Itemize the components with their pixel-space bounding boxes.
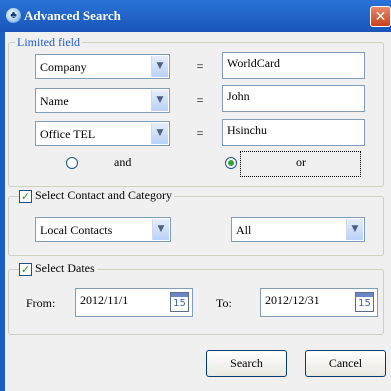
chevron-down-icon: ▼ <box>151 123 168 144</box>
value-field-2[interactable]: John <box>222 85 365 112</box>
to-date-field[interactable]: 2012/12/31 15 <box>260 288 378 317</box>
field-select-2-value: Name <box>40 94 69 108</box>
value-field-1-text: WorldCard <box>227 56 281 70</box>
or-radio[interactable] <box>225 157 237 169</box>
value-field-2-text: John <box>227 89 250 103</box>
chevron-down-icon: ▼ <box>152 219 169 240</box>
search-button[interactable]: Search <box>206 350 287 377</box>
calendar-icon[interactable]: 15 <box>170 292 189 312</box>
window-title: Advanced Search <box>24 8 121 23</box>
field-select-1-value: Company <box>40 60 87 74</box>
field-select-2[interactable]: Name ▼ <box>35 88 170 113</box>
title-bar[interactable]: ♣ Advanced Search ✕ <box>0 0 391 32</box>
to-label: To: <box>216 296 232 310</box>
select-dates-checkbox[interactable]: ✓ <box>19 263 32 276</box>
advanced-search-dialog: ♣ Advanced Search ✕ Limited field Compan… <box>0 0 391 391</box>
field-select-3-value: Office TEL <box>40 127 96 141</box>
field-select-1[interactable]: Company ▼ <box>35 54 170 79</box>
contact-select-value: Local Contacts <box>40 223 113 237</box>
operator-1: = <box>196 59 204 73</box>
operator-3: = <box>196 126 204 140</box>
value-field-3[interactable]: Hsinchu <box>222 119 365 146</box>
value-field-1[interactable]: WorldCard <box>222 52 365 79</box>
contact-category-label: Select Contact and Category <box>19 188 174 203</box>
and-label: and <box>114 155 132 169</box>
close-button[interactable]: ✕ <box>370 6 391 27</box>
or-label: or <box>296 155 306 169</box>
chevron-down-icon: ▼ <box>151 90 168 111</box>
operator-2: = <box>196 93 204 107</box>
chevron-down-icon: ▼ <box>151 56 168 77</box>
and-radio[interactable] <box>66 157 78 169</box>
select-dates-group: Select Dates ✓ From: 2012/11/1 15 To: 20… <box>8 261 384 335</box>
app-icon: ♣ <box>6 8 21 23</box>
limited-field-group: Limited field Company ▼ = WorldCard Name… <box>8 35 384 187</box>
from-date-field[interactable]: 2012/11/1 15 <box>75 288 193 317</box>
value-field-3-text: Hsinchu <box>227 123 267 137</box>
cancel-button[interactable]: Cancel <box>305 350 386 377</box>
field-select-3[interactable]: Office TEL ▼ <box>35 121 170 146</box>
limited-field-legend: Limited field <box>15 35 82 50</box>
from-label: From: <box>26 296 56 310</box>
dialog-body: Limited field Company ▼ = WorldCard Name… <box>5 32 391 391</box>
contact-select[interactable]: Local Contacts ▼ <box>35 217 171 242</box>
calendar-icon[interactable]: 15 <box>355 292 374 312</box>
to-date-value: 2012/12/31 <box>265 293 320 307</box>
category-select-value: All <box>236 223 252 237</box>
from-date-value: 2012/11/1 <box>80 293 129 307</box>
category-select[interactable]: All ▼ <box>231 217 365 242</box>
chevron-down-icon: ▼ <box>346 219 363 240</box>
contact-category-checkbox[interactable]: ✓ <box>19 190 32 203</box>
contact-category-group: Select Contact and Category ✓ Local Cont… <box>8 188 384 256</box>
